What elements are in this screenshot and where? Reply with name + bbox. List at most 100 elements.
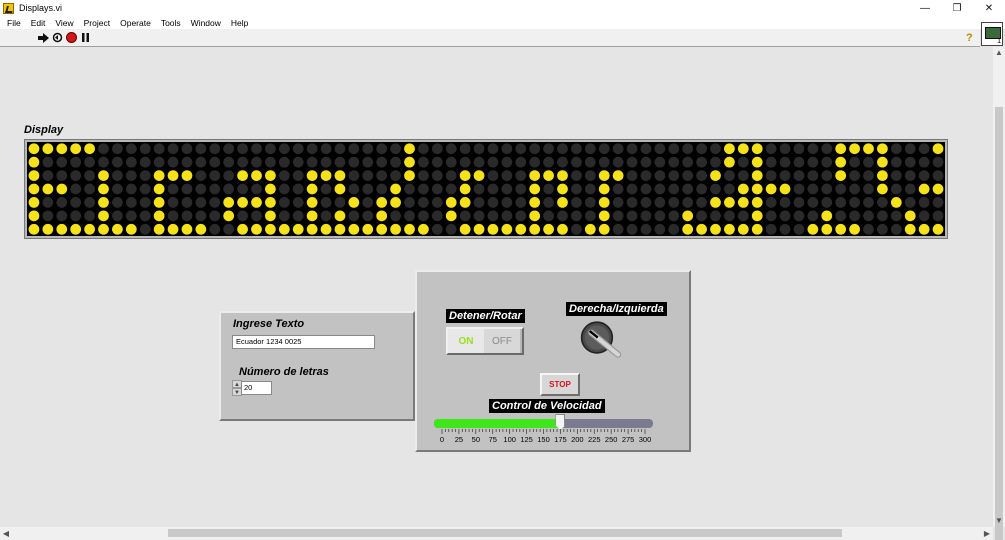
led-on — [390, 197, 401, 208]
led-on — [42, 143, 54, 155]
menu-view[interactable]: View — [50, 18, 78, 28]
led-off — [501, 143, 513, 155]
led-on — [42, 183, 54, 195]
led-off — [418, 170, 429, 181]
led-on — [237, 197, 248, 208]
menu-help[interactable]: Help — [226, 18, 253, 28]
scroll-up-icon[interactable]: ▲ — [993, 47, 1005, 59]
led-off — [362, 170, 374, 181]
pause-button[interactable] — [78, 31, 92, 45]
led-off — [682, 156, 694, 168]
scroll-down-icon[interactable]: ▼ — [993, 515, 1005, 527]
led-on — [710, 197, 721, 208]
led-off — [167, 143, 179, 155]
led-off — [696, 170, 707, 181]
led-off — [112, 197, 123, 208]
stop-button[interactable]: STOP — [540, 373, 580, 396]
led-on — [98, 197, 109, 208]
vi-connector-icon[interactable] — [981, 22, 1003, 46]
led-matrix-display — [24, 139, 948, 239]
led-off — [529, 143, 541, 155]
menu-project[interactable]: Project — [79, 18, 115, 28]
led-off — [765, 143, 777, 155]
led-off — [779, 143, 791, 155]
labview-vi-icon — [3, 2, 14, 14]
led-off — [515, 170, 527, 181]
menu-tools[interactable]: Tools — [156, 18, 186, 28]
led-on — [877, 143, 888, 155]
led-off — [459, 143, 471, 155]
led-on — [751, 223, 763, 235]
led-off — [807, 170, 819, 181]
vertical-scroll-thumb[interactable] — [995, 107, 1003, 540]
led-off — [223, 143, 235, 155]
menu-operate[interactable]: Operate — [115, 18, 156, 28]
led-off — [84, 183, 95, 195]
led-on — [835, 156, 847, 168]
led-on — [473, 170, 485, 181]
led-on — [28, 143, 40, 155]
led-off — [765, 223, 777, 235]
led-on — [70, 223, 82, 235]
toggle-on-segment[interactable]: ON — [448, 329, 484, 353]
led-off — [56, 197, 68, 208]
led-off — [431, 210, 443, 222]
led-off — [223, 183, 235, 195]
led-on — [278, 223, 290, 235]
text-input[interactable]: Ecuador 1234 0025 — [232, 335, 375, 349]
toggle-off-segment[interactable]: OFF — [484, 329, 520, 353]
vertical-scrollbar[interactable]: ▲ ▼ — [993, 47, 1005, 540]
led-on — [751, 156, 763, 168]
led-off — [292, 156, 304, 168]
led-off — [682, 170, 694, 181]
close-button[interactable]: ✕ — [973, 0, 1005, 16]
menu-bar: File Edit View Project Operate Tools Win… — [0, 16, 1005, 29]
led-off — [348, 210, 360, 222]
led-off — [487, 170, 499, 181]
led-off — [181, 210, 193, 222]
led-on — [153, 197, 165, 208]
help-icon[interactable]: ? — [966, 32, 978, 44]
led-off — [612, 183, 624, 195]
led-off — [571, 170, 582, 181]
scroll-left-icon[interactable]: ◀ — [0, 527, 12, 540]
led-on — [821, 223, 833, 235]
led-off — [877, 210, 888, 222]
led-on — [877, 156, 888, 168]
led-off — [223, 170, 235, 181]
led-off — [112, 143, 123, 155]
menu-edit[interactable]: Edit — [26, 18, 51, 28]
scroll-right-icon[interactable]: ▶ — [981, 527, 993, 540]
led-on — [737, 183, 749, 195]
led-off — [292, 210, 304, 222]
restore-button[interactable]: ❐ — [941, 0, 973, 16]
led-off — [793, 210, 805, 222]
letter-count-input[interactable]: 20 — [241, 381, 272, 395]
led-off — [445, 223, 457, 235]
led-off — [278, 143, 290, 155]
horizontal-scrollbar[interactable]: ◀ ▶ — [0, 527, 993, 540]
menu-file[interactable]: File — [2, 18, 26, 28]
minimize-button[interactable]: — — [909, 0, 941, 16]
led-off — [584, 197, 596, 208]
led-off — [640, 183, 652, 195]
led-off — [459, 210, 471, 222]
detener-rotar-toggle[interactable]: ON OFF — [446, 327, 524, 355]
led-off — [209, 223, 221, 235]
abort-button[interactable] — [64, 31, 78, 45]
run-continuously-button[interactable] — [50, 31, 64, 45]
led-off — [501, 156, 513, 168]
led-on — [112, 223, 123, 235]
run-button[interactable] — [36, 31, 50, 45]
menu-window[interactable]: Window — [186, 18, 226, 28]
led-off — [42, 156, 54, 168]
led-on — [390, 183, 401, 195]
horizontal-scroll-thumb[interactable] — [168, 529, 842, 537]
led-off — [765, 197, 777, 208]
led-on — [153, 223, 165, 235]
scale-tick-label: 125 — [520, 435, 533, 444]
led-on — [501, 223, 513, 235]
led-on — [473, 223, 485, 235]
speed-slider-track[interactable] — [434, 419, 653, 428]
direction-knob[interactable] — [580, 319, 622, 361]
